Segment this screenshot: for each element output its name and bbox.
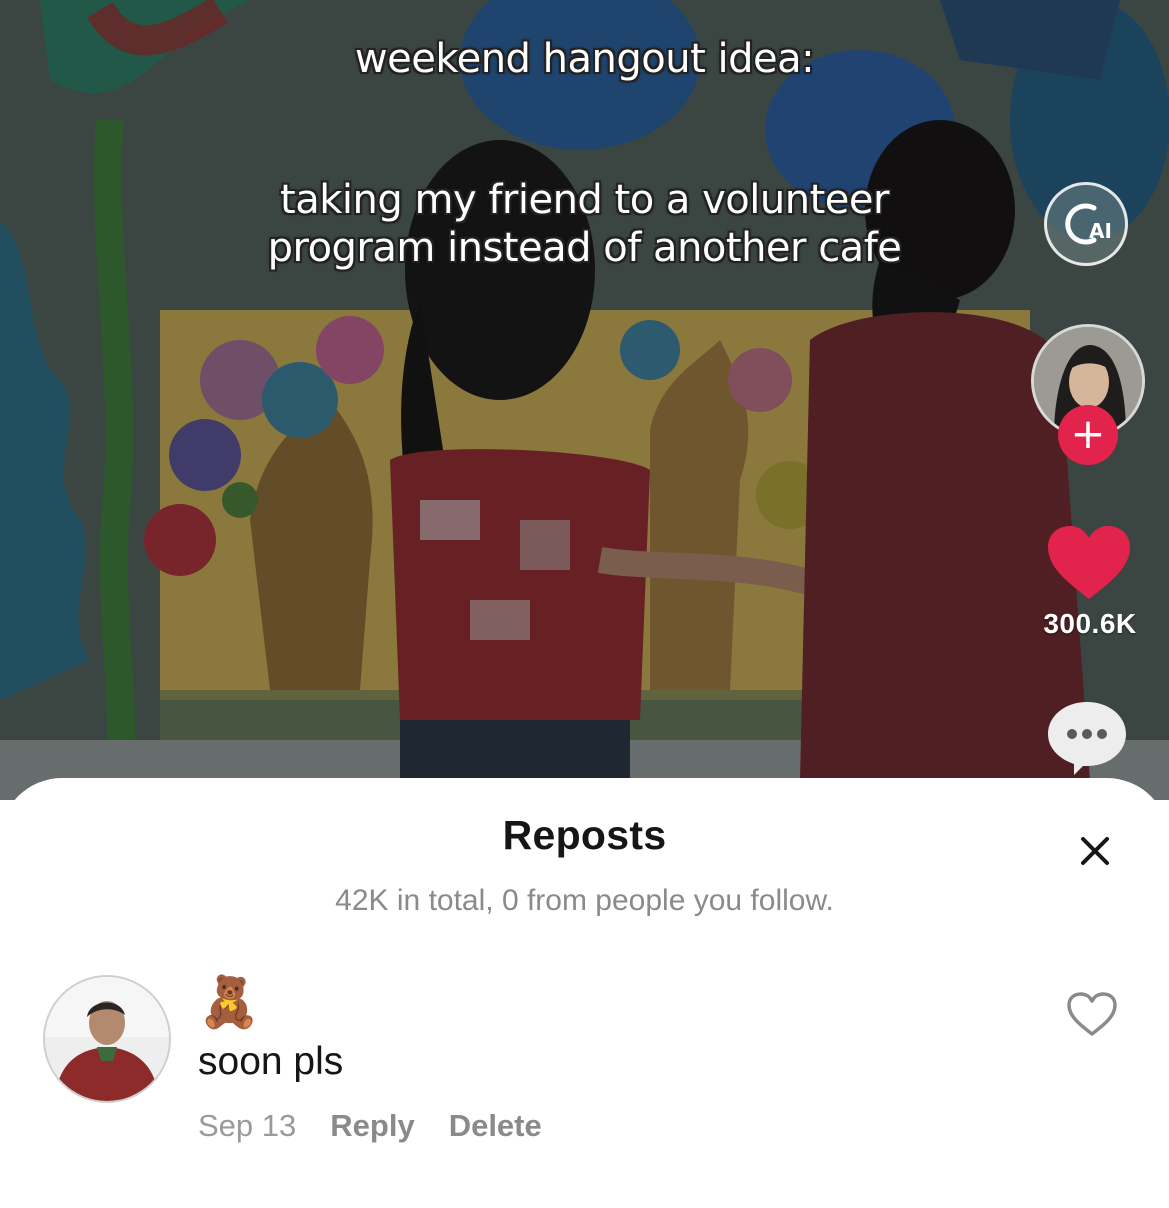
comment-date: Sep 13 — [198, 1108, 297, 1143]
delete-button[interactable]: Delete — [449, 1108, 542, 1144]
ai-badge-button[interactable]: AI — [1044, 182, 1128, 266]
video-frame — [0, 0, 1169, 800]
video-caption-title: weekend hangout idea: — [354, 36, 815, 82]
like-count: 300.6K — [1043, 608, 1137, 639]
caption-line: taking my friend to a volunteer — [280, 177, 889, 223]
comment-username[interactable]: 🧸 — [198, 972, 260, 1032]
avatar-image — [45, 977, 169, 1101]
close-button[interactable] — [1070, 826, 1120, 876]
video-player[interactable]: weekend hangout idea: taking my friend t… — [0, 0, 1169, 800]
caption-line: program instead of another cafe — [267, 225, 902, 271]
ai-badge-icon: AI — [1065, 203, 1112, 245]
svg-text:AI: AI — [1089, 219, 1112, 243]
heart-icon[interactable] — [1046, 525, 1132, 601]
avatar[interactable] — [43, 975, 171, 1103]
heart-icon[interactable] — [1066, 992, 1118, 1038]
comment-icon[interactable] — [1046, 700, 1128, 776]
comment-text: soon pls — [198, 1040, 344, 1083]
reply-button[interactable]: Reply — [330, 1108, 414, 1144]
repost-summary: 42K in total, 0 from people you follow. — [335, 884, 834, 917]
comment-meta: Sep 13 Reply Delete — [198, 1108, 542, 1144]
plus-icon: + — [1070, 409, 1106, 458]
video-caption-body: taking my friend to a volunteer program … — [0, 176, 1169, 272]
close-icon — [1081, 837, 1109, 865]
follow-button[interactable]: + — [1058, 405, 1118, 465]
sheet-title: Reposts — [502, 812, 667, 858]
